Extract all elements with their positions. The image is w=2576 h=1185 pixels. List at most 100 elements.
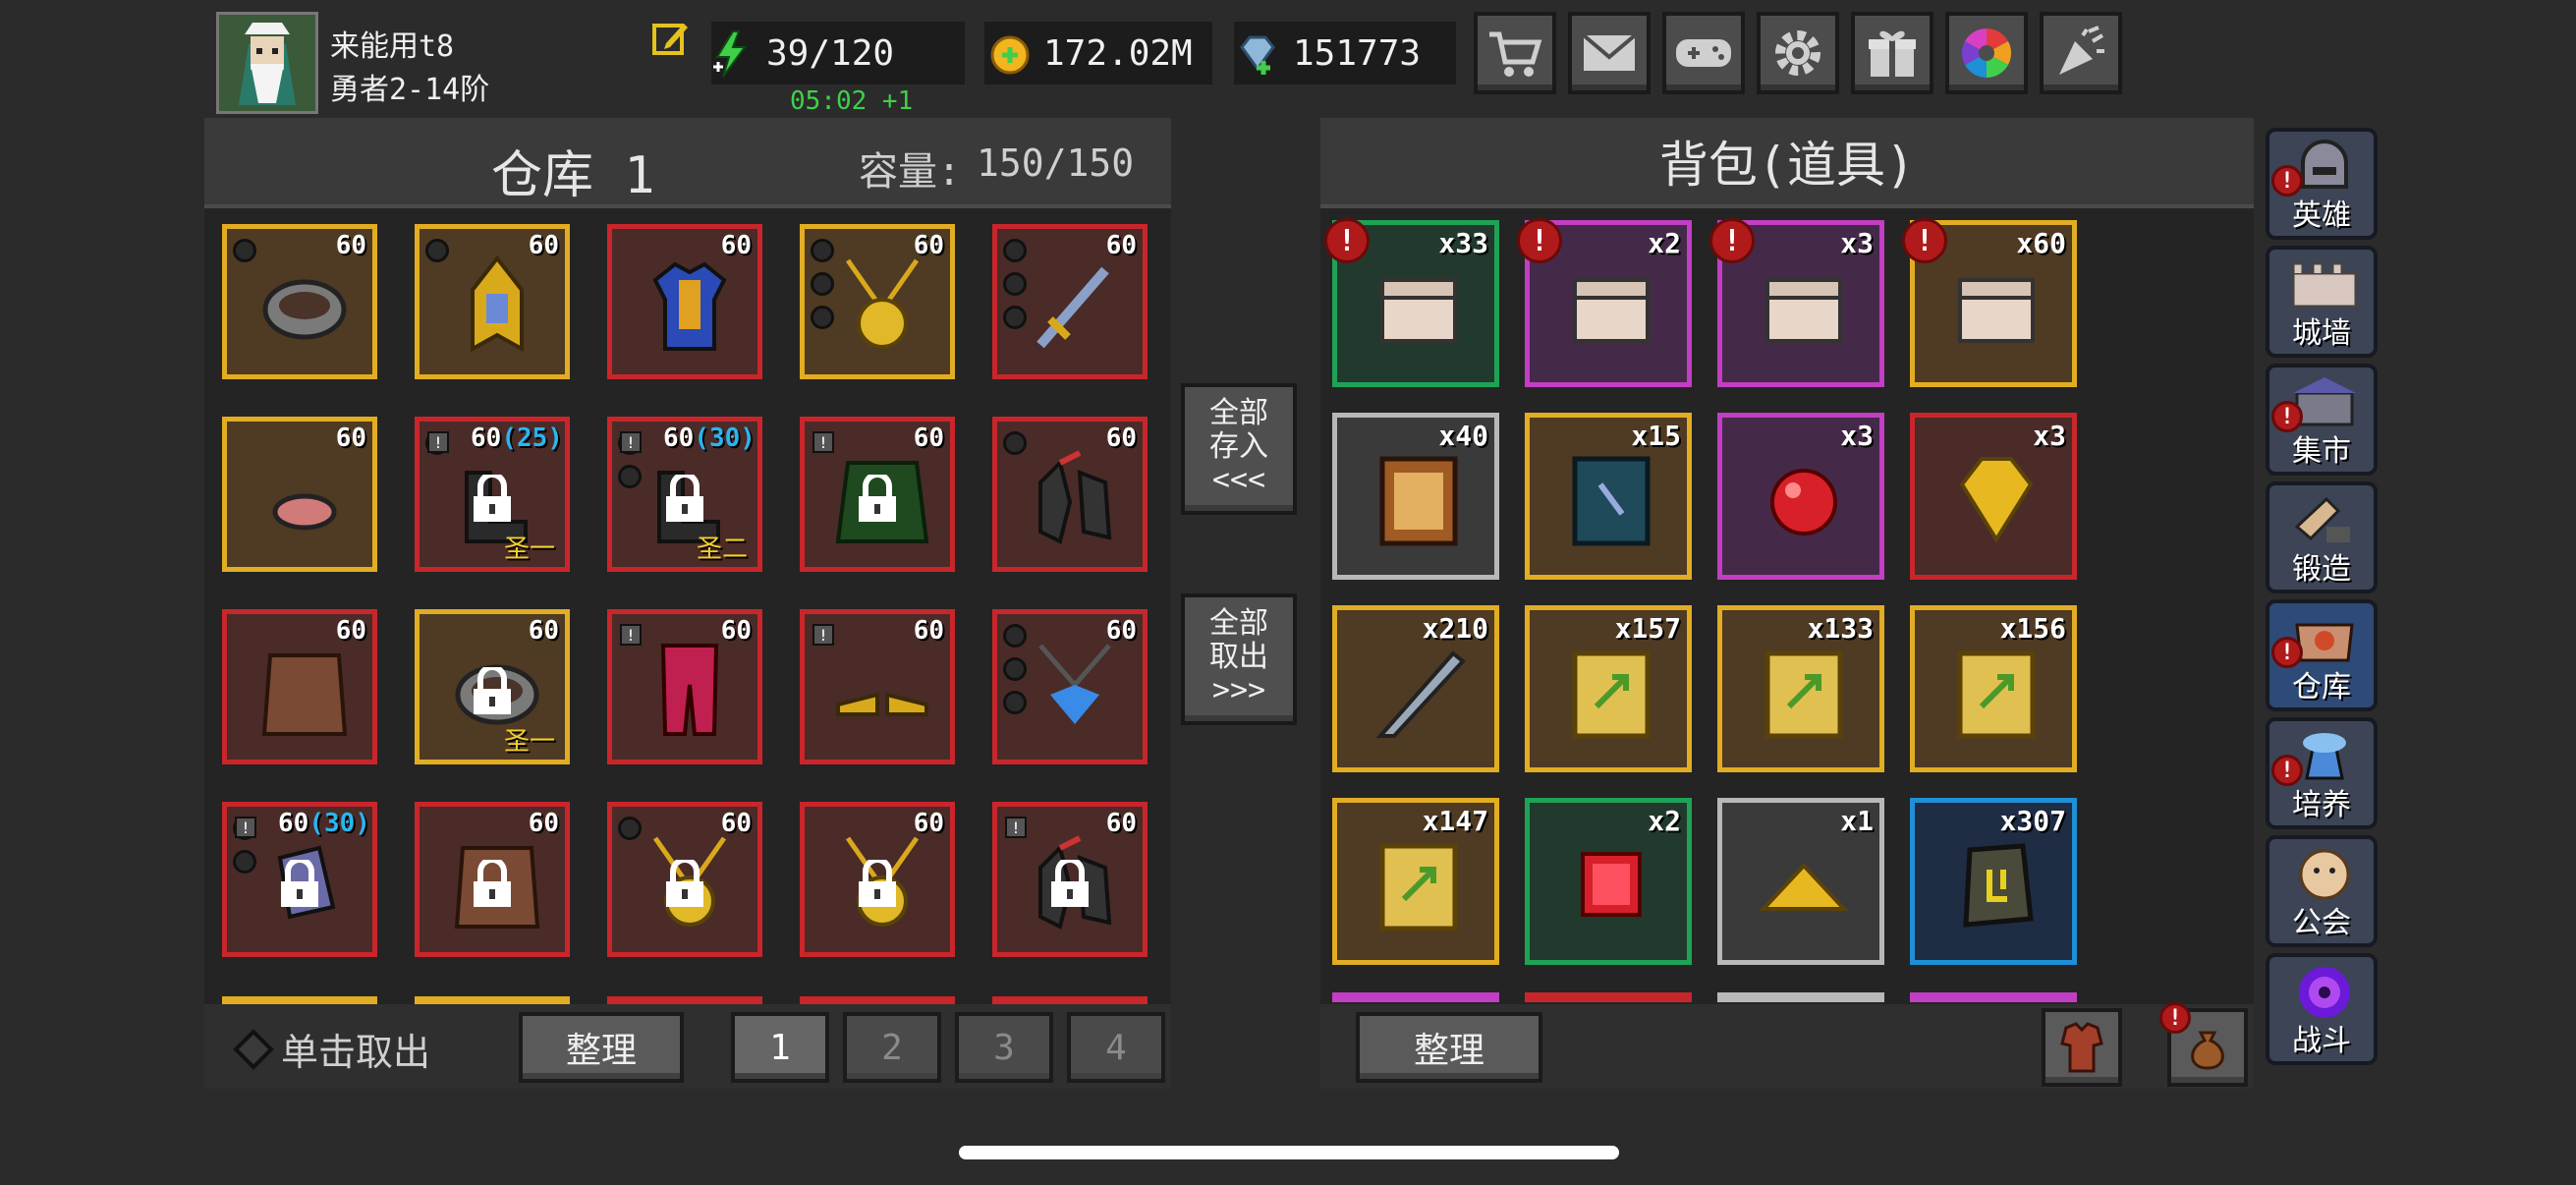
- socket-icon: [425, 239, 449, 262]
- purple-chest-icon: [1573, 278, 1650, 343]
- warehouse-slot[interactable]: 60: [607, 802, 762, 957]
- info-icon: !: [620, 431, 642, 453]
- alert-icon: !: [2271, 637, 2303, 668]
- item-count: x2: [1648, 805, 1681, 837]
- pants-icon: [660, 644, 719, 736]
- bag-slot[interactable]: x3: [1910, 413, 2077, 580]
- pouch-icon: [2191, 1031, 2224, 1070]
- deposit-all-button[interactable]: 全部 存入 <<<: [1181, 383, 1297, 515]
- warehouse-slot[interactable]: ! 60: [607, 609, 762, 764]
- socket-icon: [1003, 657, 1027, 681]
- gacha-button[interactable]: [1945, 12, 2028, 94]
- ruby-shard-icon: [1581, 852, 1642, 917]
- event-button[interactable]: [2040, 12, 2122, 94]
- warehouse-slot[interactable]: 60: [415, 224, 570, 379]
- bag-slot[interactable]: x147: [1332, 798, 1499, 965]
- player-rank: 勇者2-14阶: [330, 73, 490, 107]
- nav-button[interactable]: 城墙: [2266, 246, 2378, 358]
- item-level: 60: [335, 616, 366, 646]
- nav-button[interactable]: 战斗: [2266, 953, 2378, 1065]
- socket-icon: [233, 239, 256, 262]
- bag-slot[interactable]: x40: [1332, 413, 1499, 580]
- sword-icon: [1036, 266, 1109, 349]
- bag-slot[interactable]: x15: [1525, 413, 1692, 580]
- castle-wall-icon: [2291, 261, 2358, 309]
- warehouse-slot[interactable]: 60: [992, 224, 1148, 379]
- warehouse-slot[interactable]: ! 60: [800, 417, 955, 572]
- bag-slot[interactable]: x2: [1525, 798, 1692, 965]
- socket-icon: [233, 850, 256, 874]
- warehouse-slot[interactable]: ! 60: [992, 802, 1148, 957]
- nav-button[interactable]: 公会: [2266, 835, 2378, 947]
- page-tab-3[interactable]: 3: [955, 1012, 1053, 1083]
- bag-grid-overflow: [1332, 992, 2079, 1002]
- item-level: 60(25): [471, 423, 563, 453]
- edit-icon[interactable]: [650, 18, 690, 57]
- gamepad-icon: [1676, 39, 1731, 67]
- withdraw-toggle[interactable]: 单击取出: [232, 1022, 430, 1076]
- warehouse-slot[interactable]: 60: [800, 802, 955, 957]
- warehouse-slot[interactable]: ! 60: [800, 609, 955, 764]
- wizard-portrait-icon: [219, 15, 315, 111]
- alert-icon: !: [1902, 218, 1947, 263]
- alert-icon: !: [2271, 755, 2303, 786]
- item-level: 60: [720, 231, 752, 260]
- nav-label: 集市: [2292, 434, 2351, 469]
- item-count: x147: [1422, 805, 1488, 837]
- lock-icon: [859, 860, 896, 907]
- portal-icon: [2299, 967, 2350, 1018]
- warehouse-sort-button[interactable]: 整理: [519, 1012, 684, 1083]
- warehouse-slot[interactable]: 60: [415, 802, 570, 957]
- warehouse-slot[interactable]: 60: [992, 417, 1148, 572]
- warehouse-slot[interactable]: 60: [800, 224, 955, 379]
- warehouse-slot[interactable]: ! 60(30) 圣二: [607, 417, 762, 572]
- warehouse-slot[interactable]: 60: [222, 224, 377, 379]
- withdraw-all-button[interactable]: 全部 取出 >>>: [1181, 593, 1297, 725]
- socket-icon: [1003, 624, 1027, 648]
- alert-icon: !: [2271, 401, 2303, 432]
- lock-icon: [666, 475, 703, 522]
- bag-slot[interactable]: x307: [1910, 798, 2077, 965]
- warehouse-slot[interactable]: ! 60(25) 圣一: [415, 417, 570, 572]
- page-tab-1[interactable]: 1: [731, 1012, 829, 1083]
- socket-icon: [811, 272, 834, 296]
- reroll-scroll-icon: [1764, 650, 1843, 739]
- mail-button[interactable]: [1568, 12, 1651, 94]
- anvil-icon: [2294, 496, 2350, 542]
- warehouse-slot[interactable]: 60 圣一: [415, 609, 570, 764]
- rune-book-icon: [1379, 456, 1458, 546]
- diamond-icon: [1240, 35, 1275, 75]
- page-tab-label: 1: [769, 1027, 791, 1068]
- gamepad-button[interactable]: [1662, 12, 1745, 94]
- bag-sort-button[interactable]: 整理: [1356, 1012, 1542, 1083]
- warehouse-slot[interactable]: 60: [992, 609, 1148, 764]
- bag-header: 背包(道具): [1320, 118, 2254, 208]
- item-level: 60: [1105, 809, 1137, 838]
- settings-button[interactable]: [1757, 12, 1839, 94]
- warehouse-slot[interactable]: ! 60(30): [222, 802, 377, 957]
- warehouse-slot[interactable]: 60: [222, 609, 377, 764]
- capacity-label: 容量:: [859, 149, 962, 195]
- bag-slot[interactable]: x133: [1717, 605, 1884, 772]
- bag-slot[interactable]: x156: [1910, 605, 2077, 772]
- player-avatar[interactable]: [216, 12, 318, 114]
- withdraw-toggle-label: 单击取出: [281, 1031, 431, 1074]
- robe-icon: [261, 653, 348, 736]
- bag-slot[interactable]: x210: [1332, 605, 1499, 772]
- item-level: 60(30): [663, 423, 756, 453]
- nav-button[interactable]: 锻造: [2266, 481, 2378, 593]
- skill-chest-icon: [1765, 278, 1842, 343]
- energy-value: 39/120: [766, 32, 895, 74]
- equipment-filter-button[interactable]: [2042, 1008, 2122, 1087]
- gift-button[interactable]: [1851, 12, 1933, 94]
- item-tag: 圣一: [503, 535, 555, 564]
- page-tab-4[interactable]: 4: [1067, 1012, 1165, 1083]
- socket-icon: [618, 817, 642, 840]
- bag-slot[interactable]: x3: [1717, 413, 1884, 580]
- bag-slot[interactable]: x1: [1717, 798, 1884, 965]
- warehouse-slot[interactable]: 60: [607, 224, 762, 379]
- bag-slot[interactable]: x157: [1525, 605, 1692, 772]
- warehouse-slot[interactable]: 60: [222, 417, 377, 572]
- shop-button[interactable]: [1474, 12, 1556, 94]
- page-tab-2[interactable]: 2: [843, 1012, 941, 1083]
